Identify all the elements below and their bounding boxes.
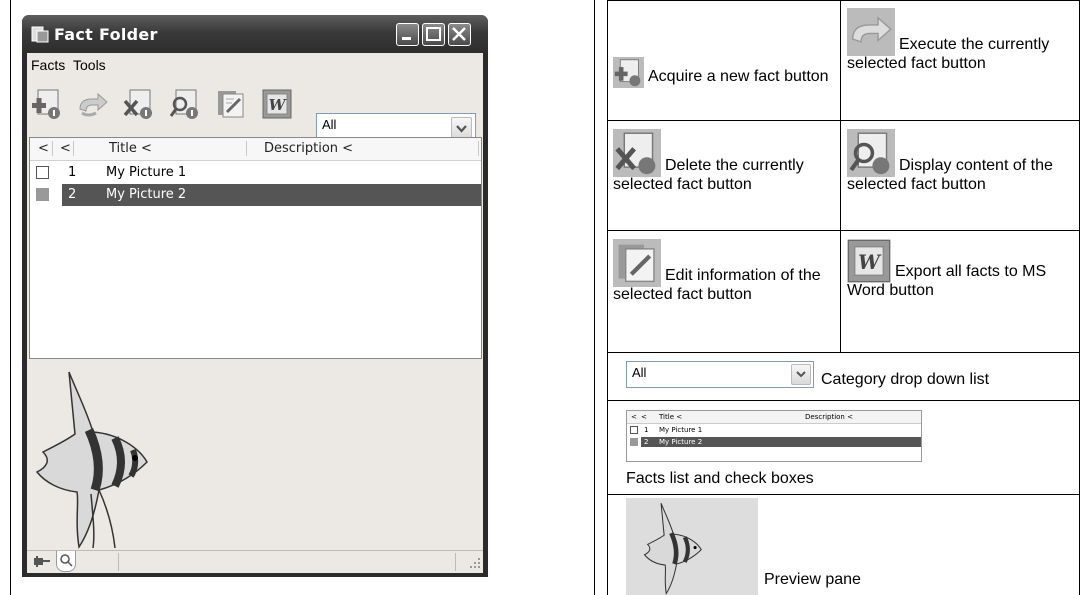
divider-line [594,0,595,595]
svg-text:W: W [858,251,882,274]
row-title: My Picture 1 [106,165,187,180]
legend-export: W Export all facts to MS Word button [847,237,1073,300]
export-word-icon[interactable]: W [260,87,294,121]
legend-facts-list: Facts list and check boxes [626,470,814,487]
facts-list[interactable]: < < Title < Description < 1 My Picture 1… [29,137,482,359]
status-tab[interactable] [56,551,76,572]
export-word-icon: W [847,239,891,283]
search-icon [60,554,73,567]
preview-pane [29,362,482,550]
pin-icon[interactable] [33,555,51,569]
menu-tools[interactable]: Tools [73,57,106,73]
status-bar [27,550,483,573]
toolbar: W All [27,83,483,144]
row-number: 1 [68,165,77,180]
title-bar[interactable]: Fact Folder [22,15,488,53]
resize-grip-icon[interactable] [467,556,481,570]
execute-fact-icon[interactable] [76,87,110,121]
chevron-down-icon [791,364,811,385]
row-number: 2 [68,187,77,202]
edit-info-icon[interactable] [214,87,248,121]
sort-number-column[interactable]: < [60,141,71,156]
list-item[interactable]: 1 My Picture 1 [30,162,481,184]
title-column-header[interactable]: Title < [109,141,152,156]
close-icon [452,27,466,41]
category-value: All [322,117,337,132]
window-client: Facts Tools W All < < Title < Descriptio… [27,53,483,573]
list-item-selected[interactable]: 2 My Picture 2 [30,184,481,206]
execute-fact-icon [847,8,895,56]
description-column-header[interactable]: Description < [264,141,353,156]
minimize-icon [402,37,411,40]
legend-category: Category drop down list [821,371,990,388]
legend-execute: Execute the currently selected fact butt… [847,6,1073,73]
edit-info-icon [613,239,661,287]
list-header: < < Title < Description < [30,138,481,161]
legend-preview-thumbnail [626,498,758,595]
acquire-fact-icon[interactable] [30,87,64,121]
fact-folder-window: Fact Folder Facts Tools W All < < Title … [22,15,488,577]
display-content-icon [847,129,895,177]
legend-edit: Edit information of the selected fact bu… [613,237,835,304]
display-content-icon[interactable] [168,87,202,121]
row-checkbox[interactable] [36,166,49,179]
legend-list-thumbnail: < < Title < Description < 1 My Picture 1 … [626,410,922,462]
angelfish-image [35,371,148,550]
svg-text:W: W [269,96,288,114]
maximize-icon [426,27,441,41]
sort-check-column[interactable]: < [38,141,49,156]
angelfish-image [643,502,702,595]
window-title: Fact Folder [54,25,158,44]
legend-category-combo: All [626,361,814,388]
left-border [10,0,11,595]
app-icon [31,26,49,43]
menu-bar: Facts Tools [27,53,483,77]
row-checkbox[interactable] [36,188,49,201]
delete-fact-icon [613,129,661,177]
close-button[interactable] [448,23,471,46]
legend-display: Display content of the selected fact but… [847,127,1073,194]
maximize-button[interactable] [422,23,445,46]
legend-acquire: Acquire a new fact button [613,55,835,88]
menu-facts[interactable]: Facts [31,57,65,73]
legend-table: Acquire a new fact button Execute the cu… [607,0,1080,595]
acquire-fact-icon [613,57,644,88]
legend-preview: Preview pane [764,571,861,588]
legend-delete: Delete the currently selected fact butto… [613,127,835,194]
delete-fact-icon[interactable] [122,87,156,121]
row-title: My Picture 2 [106,187,187,202]
minimize-button[interactable] [396,23,419,46]
